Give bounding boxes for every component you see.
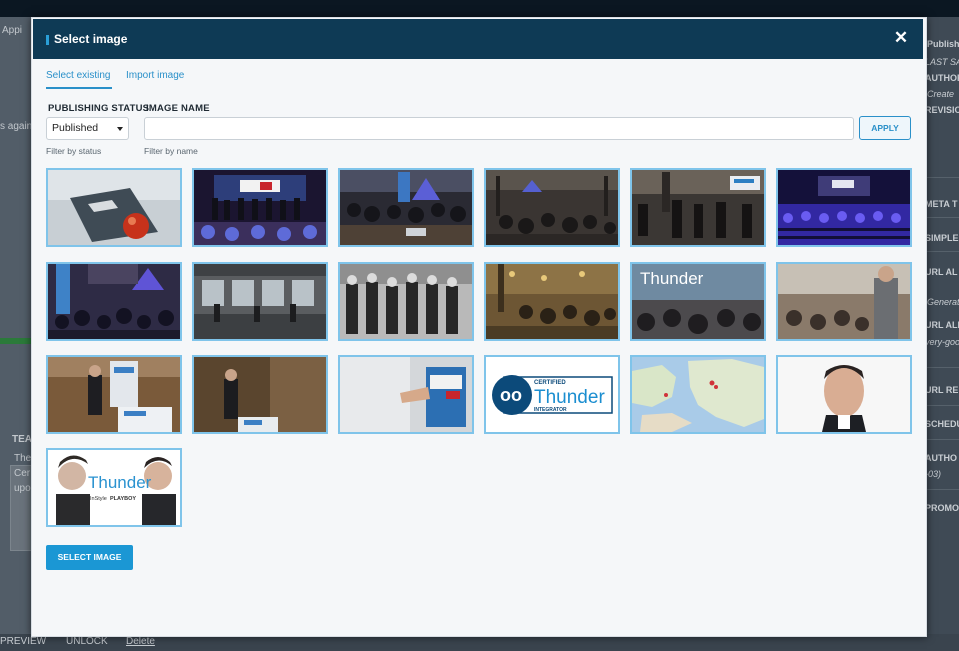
bg-fragment: Published — [927, 39, 959, 49]
bg-fragment: The — [14, 453, 32, 464]
bg-fragment: AUTHO — [925, 453, 957, 463]
header-accent — [46, 35, 49, 45]
image-thumbnail-man-portrait[interactable] — [776, 355, 912, 434]
bg-fragment: LAST SAVE — [925, 57, 959, 67]
image-thumbnail-warm-hall-crowd[interactable] — [484, 262, 620, 341]
status-filter-help: Filter by status — [46, 146, 102, 156]
image-thumbnail-europe-map[interactable] — [630, 355, 766, 434]
apply-button[interactable]: APPLY — [859, 116, 911, 140]
logo-playboy-text: PLAYBOY — [110, 496, 136, 502]
background-topbar — [0, 0, 959, 17]
bg-separator — [925, 367, 959, 368]
image-thumbnail-crowd-thunder-banner[interactable] — [630, 168, 766, 247]
bg-fragment: AUTHOR: — [925, 73, 959, 83]
image-thumbnail-thunder-stage-group[interactable] — [192, 168, 328, 247]
bg-fragment: very-goo — [925, 337, 959, 347]
image-thumbnail-thunder-banner-crowd[interactable] — [46, 262, 182, 341]
bg-separator — [925, 251, 959, 252]
image-thumbnail-speaker-stage[interactable] — [192, 355, 328, 434]
logo-integrator-text: INTEGRATOR — [534, 407, 567, 413]
name-filter-help: Filter by name — [144, 146, 198, 156]
svg-text:oo: oo — [500, 385, 522, 405]
background-right-panel: Published LAST SAVE AUTHOR: Create REVIS… — [925, 17, 959, 651]
image-thumbnail-hand-thunder-day-sign[interactable] — [338, 355, 474, 434]
image-thumbnail-stage-audience-purple[interactable] — [776, 168, 912, 247]
bg-fragment: PROMO — [925, 503, 959, 513]
select-image-dialog: Select image ✕ Select existing Import im… — [31, 17, 927, 637]
logo-certified-text: CERTIFIED — [534, 380, 566, 386]
close-icon: ✕ — [893, 28, 909, 47]
bg-fragment: Cer — [14, 468, 31, 479]
svg-text:Thunder: Thunder — [640, 269, 704, 288]
image-thumbnail-bw-group-photo[interactable] — [338, 262, 474, 341]
bg-fragment: Create — [927, 89, 955, 99]
dialog-header: Select image ✕ — [33, 19, 923, 59]
bg-preview-button: PREVIEW — [0, 636, 47, 647]
image-thumbnail-speaker-podium[interactable] — [46, 355, 182, 434]
image-thumbnail-certified-thunder-integrator[interactable]: oo CERTIFIED Thunder INTEGRATOR — [484, 355, 620, 434]
bg-fragment: Appi — [2, 25, 23, 36]
bg-delete-link: Delete — [126, 636, 155, 647]
status-select[interactable]: Published — [46, 117, 129, 140]
image-thumbnail-conference-audience-laptops[interactable] — [338, 168, 474, 247]
image-thumbnail-speaker-audience[interactable] — [776, 262, 912, 341]
image-thumbnail-venue-hall-crowd[interactable] — [484, 168, 620, 247]
image-thumbnail-thunder-slide-audience[interactable]: Thunder — [630, 262, 766, 341]
image-thumbnail-thunder-two-men-portrait[interactable]: Thunder InStyle PLAYBOY — [46, 448, 182, 527]
bg-unlock-button: UNLOCK — [66, 636, 108, 647]
logo-instyle-text: InStyle — [90, 496, 107, 502]
bg-separator — [925, 489, 959, 490]
bg-fragment: META T — [925, 199, 958, 209]
background-left-panel: Appi s again TEA The Cer upo — [0, 17, 34, 651]
select-image-button[interactable]: SELECT IMAGE — [46, 545, 133, 570]
bg-fragment: s again — [0, 121, 33, 132]
bg-fragment: Generat — [927, 297, 959, 307]
bg-fragment: URL ALIAS — [925, 320, 959, 330]
dialog-title: Select image — [54, 32, 128, 46]
bg-fragment: SCHEDU — [925, 419, 959, 429]
logo-thunder-text: Thunder — [534, 387, 605, 408]
close-button[interactable]: ✕ — [891, 28, 911, 48]
tab-select-existing[interactable]: Select existing — [46, 70, 110, 81]
active-tab-indicator — [46, 87, 112, 89]
bg-separator — [925, 217, 959, 218]
bg-progress — [0, 338, 32, 344]
bg-fragment: upo — [14, 483, 31, 494]
bg-separator — [925, 177, 959, 178]
bg-fragment: SIMPLE — [925, 233, 959, 243]
bg-separator — [925, 405, 959, 406]
bg-fragment: -03) — [925, 469, 942, 479]
image-thumbnail-book-with-apple[interactable] — [46, 168, 182, 247]
bg-fragment: URL RE — [925, 385, 959, 395]
bg-fragment: URL AL — [925, 267, 958, 277]
tab-import-image[interactable]: Import image — [126, 70, 184, 81]
bg-separator — [925, 439, 959, 440]
chevron-down-icon — [117, 127, 123, 131]
status-select-value: Published — [52, 122, 99, 134]
logo-thunder-text: Thunder — [88, 473, 152, 492]
status-filter-label: PUBLISHING STATUS — [48, 103, 150, 114]
image-thumbnail-hall-windows[interactable] — [192, 262, 328, 341]
name-filter-label: IMAGE NAME — [146, 103, 210, 114]
image-name-input[interactable] — [144, 117, 854, 140]
bg-fragment: REVISION — [925, 105, 959, 115]
bg-fragment: TEA — [12, 434, 32, 445]
